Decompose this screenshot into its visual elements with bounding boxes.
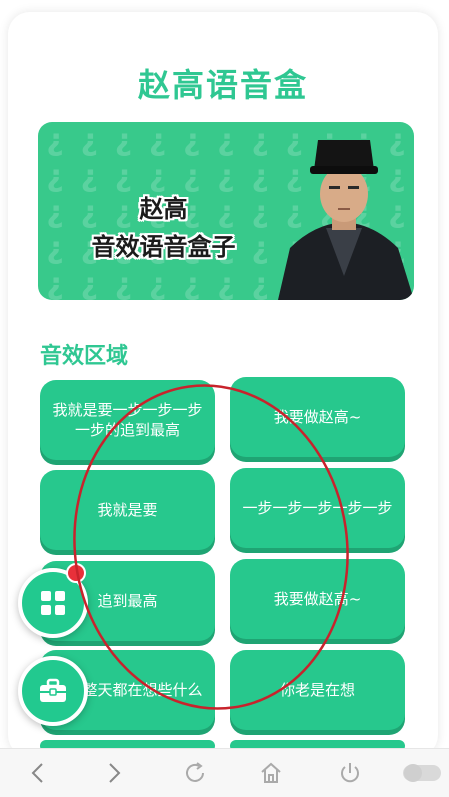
toggle-icon[interactable]: [402, 759, 442, 787]
sound-button-label: 我就是要一步一步一步一步的追到最高: [52, 401, 203, 439]
pattern-glyph: ¿: [183, 158, 201, 194]
home-icon[interactable]: [256, 759, 286, 787]
sound-button[interactable]: 你老是在想: [230, 650, 405, 730]
app-title: 赵高语音盒: [137, 66, 308, 104]
power-icon[interactable]: [335, 759, 365, 787]
pattern-glyph: ¿: [217, 158, 235, 194]
pattern-glyph: ¿: [183, 266, 201, 301]
sound-button[interactable]: 我就是要一步一步一步一步的追到最高: [40, 380, 215, 460]
banner: ¿ ¿ ¿ ¿ ¿ ¿ ¿ ¿ ¿ ¿ ¿ ¿ ¿ ¿ ¿ ¿ ¿ ¿ ¿ ¿ ¿ ¿ ¿ ¿ ¿ ¿ ¿ ¿ ¿ ¿ ¿ ¿ ¿ ¿ ¿ ¿ ¿ ¿ ¿ ¿…: [38, 122, 414, 300]
sound-button-label: 我要做赵高~: [273, 590, 362, 608]
pattern-glyph: ¿: [80, 122, 98, 158]
pattern-glyph: ¿: [114, 158, 133, 194]
banner-text: 赵高 音效语音盒子: [56, 190, 271, 266]
pattern-glyph: ¿: [46, 158, 64, 194]
toolbox-icon: [40, 678, 66, 702]
notification-dot: [66, 563, 86, 583]
pattern-glyph: ¿: [46, 266, 64, 301]
sound-button[interactable]: 我就是要: [40, 470, 215, 550]
pattern-glyph: ¿: [148, 122, 167, 158]
section-title: 音效区域: [40, 344, 129, 369]
pattern-glyph: ¿: [251, 158, 269, 194]
pattern-glyph: ¿: [46, 122, 64, 158]
pattern-glyph: ¿: [148, 266, 167, 301]
pattern-glyph: ¿: [114, 266, 133, 301]
sound-button-label: 追到最高: [97, 592, 158, 610]
sound-button[interactable]: 一步一步一步一步一步: [230, 468, 405, 548]
sound-button-label: 你老是在想: [279, 681, 355, 699]
sound-button[interactable]: 我要做赵高~: [230, 377, 405, 457]
sound-button-label: 我就是要: [97, 501, 158, 519]
back-icon[interactable]: [22, 759, 52, 787]
toolbox-fab-button[interactable]: [18, 656, 88, 726]
refresh-icon[interactable]: [180, 759, 210, 787]
pattern-glyph: ¿: [80, 266, 98, 301]
browser-navbar: [0, 748, 449, 797]
banner-line-2: 音效语音盒子: [91, 233, 236, 261]
pattern-glyph: ¿: [217, 122, 235, 158]
pattern-glyph: ¿: [114, 122, 133, 158]
zhao-gao-portrait: [278, 140, 414, 300]
pattern-glyph: ¿: [251, 266, 269, 301]
sound-button-label: 一步一步一步一步一步: [242, 499, 393, 517]
pattern-glyph: ¿: [148, 158, 167, 194]
pattern-glyph: ¿: [183, 122, 201, 158]
pattern-glyph: ¿: [251, 122, 269, 158]
banner-line-1: 赵高: [139, 195, 188, 223]
sound-button-label: 我要做赵高~: [273, 408, 362, 426]
forward-icon[interactable]: [100, 759, 130, 787]
grid-icon: [41, 591, 65, 615]
sound-button[interactable]: 我要做赵高~: [230, 559, 405, 639]
pattern-glyph: ¿: [80, 158, 98, 194]
pattern-glyph: ¿: [217, 266, 235, 301]
